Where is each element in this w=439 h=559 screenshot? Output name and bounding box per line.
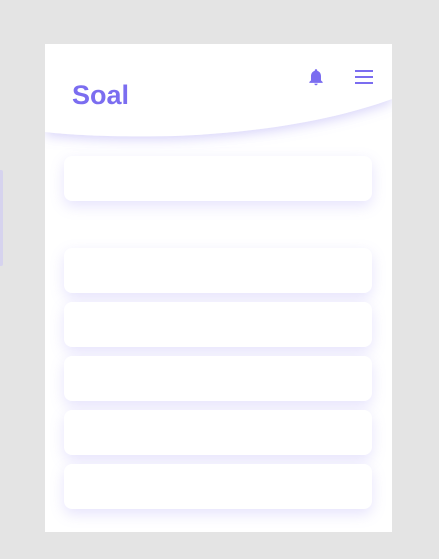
- app-header: Soal: [45, 44, 392, 164]
- list-item[interactable]: [64, 302, 372, 347]
- list-item[interactable]: [64, 356, 372, 401]
- app-screen: Soal: [45, 44, 392, 532]
- menu-icon: [355, 70, 373, 84]
- list-item[interactable]: [64, 248, 372, 293]
- list-item[interactable]: [64, 410, 372, 455]
- list-item[interactable]: [64, 464, 372, 509]
- notifications-button[interactable]: [304, 65, 328, 89]
- search-card[interactable]: [64, 156, 372, 201]
- page-title: Soal: [72, 80, 130, 110]
- bell-icon: [309, 69, 323, 86]
- side-drawer-tab[interactable]: [0, 170, 3, 266]
- menu-button[interactable]: [352, 65, 376, 89]
